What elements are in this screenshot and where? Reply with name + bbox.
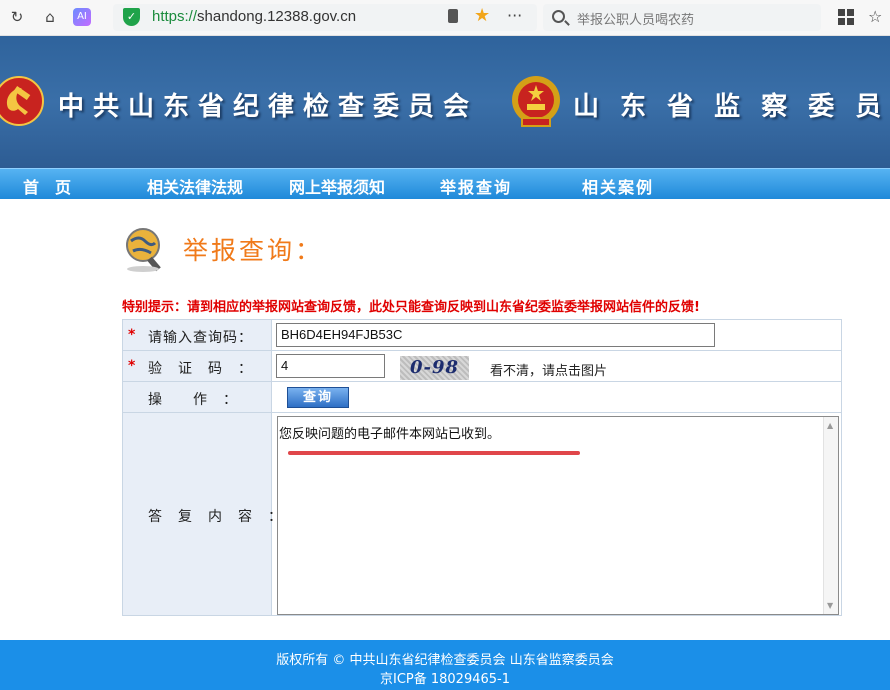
textarea-scrollbar[interactable]: ▲ ▼ — [823, 417, 838, 614]
label-cell: * 请输入查询码： — [123, 320, 272, 350]
nav-item-laws[interactable]: 相关法律法规 — [147, 174, 243, 198]
nav-item-home[interactable]: 首 页 — [23, 174, 71, 198]
special-notice: 特别提示：请到相应的举报网站查询反馈，此处只能查询反映到山东省纪委监委举报网站信… — [122, 300, 700, 315]
site-footer: 版权所有 © 中共山东省纪律检查委员会 山东省监察委员会 京ICP备 18029… — [0, 640, 890, 690]
search-box[interactable]: 举报公职人员喝农药 — [543, 4, 821, 31]
reply-row: 答 复 内 容 ： 您反映问题的电子邮件本网站已收到。 ▲ ▼ — [123, 413, 841, 615]
nav-item-report-query[interactable]: 举报查询 — [440, 174, 512, 198]
captcha-hint: 看不清，请点击图片 — [490, 364, 608, 379]
query-code-label: 请输入查询码： — [148, 330, 253, 346]
site-permission-icon[interactable] — [448, 9, 458, 23]
scroll-up-icon[interactable]: ▲ — [827, 421, 833, 430]
captcha-image[interactable]: 0-98 — [400, 356, 469, 380]
main-nav: 首 页 相关法律法规 网上举报须知 举报查询 相关案例 — [0, 168, 890, 199]
nav-item-cases[interactable]: 相关案例 — [582, 174, 654, 198]
label-cell: * 验 证 码 ： — [123, 351, 272, 381]
star-favorite-icon[interactable]: ★ — [474, 5, 490, 26]
more-menu-icon[interactable]: ··· — [507, 6, 522, 25]
commission-title: 中共山东省纪律检查委员会 — [58, 92, 479, 122]
supervision-title: 山 东 省 监 察 委 员 — [573, 92, 888, 122]
page-title: 举报查询： — [183, 236, 324, 265]
label-cell: 操 作 ： — [123, 382, 272, 412]
copyright-text: 版权所有 © 中共山东省纪律检查委员会 山东省监察委员会 — [276, 653, 614, 668]
apps-grid-icon[interactable] — [838, 9, 854, 25]
search-icon — [552, 10, 565, 23]
query-code-row: * 请输入查询码： BH6D4EH94FJB53C — [123, 320, 841, 351]
action-label: 操 作 ： — [148, 392, 238, 408]
home-icon[interactable]: ⌂ — [40, 7, 60, 27]
query-button[interactable]: 查询 — [287, 387, 349, 408]
verify-code-label: 验 证 码 ： — [148, 361, 253, 377]
reply-label: 答 复 内 容 ： — [148, 509, 283, 525]
address-bar[interactable]: ✓ https://shandong.12388.gov.cn ★ ··· — [113, 4, 537, 31]
verify-code-row: * 验 证 码 ： 4 0-98 看不清，请点击图片 — [123, 351, 841, 382]
query-form: * 请输入查询码： BH6D4EH94FJB53C * 验 证 码 ： 4 0-… — [122, 319, 842, 616]
site-banner: 中共山东省纪律检查委员会 山 东 省 监 察 委 员 — [0, 36, 890, 168]
scroll-down-icon[interactable]: ▼ — [827, 601, 833, 610]
reply-text: 您反映问题的电子邮件本网站已收到。 — [279, 427, 501, 442]
query-code-input[interactable]: BH6D4EH94FJB53C — [276, 323, 715, 347]
browser-toolbar: ↻ ⌂ AI ✓ https://shandong.12388.gov.cn ★… — [0, 0, 890, 36]
ai-assistant-icon[interactable]: AI — [73, 8, 91, 26]
nav-item-report-notice[interactable]: 网上举报须知 — [289, 174, 385, 198]
party-emblem-icon — [0, 76, 44, 126]
label-cell: 答 复 内 容 ： — [123, 413, 282, 615]
required-mark: * — [128, 358, 136, 374]
action-row: 操 作 ： 查询 — [123, 382, 841, 413]
national-emblem-icon — [512, 76, 560, 127]
reply-textarea[interactable]: 您反映问题的电子邮件本网站已收到。 ▲ ▼ — [277, 416, 839, 615]
verify-code-input[interactable]: 4 — [276, 354, 385, 378]
highlight-underline — [288, 451, 580, 455]
bookmark-icon[interactable]: ☆ — [868, 7, 882, 26]
globe-magnifier-icon — [126, 228, 161, 272]
icp-text: 京ICP备 18029465-1 — [379, 672, 510, 687]
required-mark: * — [128, 327, 136, 343]
secure-shield-icon: ✓ — [123, 8, 140, 26]
reload-icon[interactable]: ↻ — [7, 7, 27, 27]
search-placeholder: 举报公职人员喝农药 — [577, 13, 695, 28]
url-text: https://shandong.12388.gov.cn — [152, 8, 357, 25]
